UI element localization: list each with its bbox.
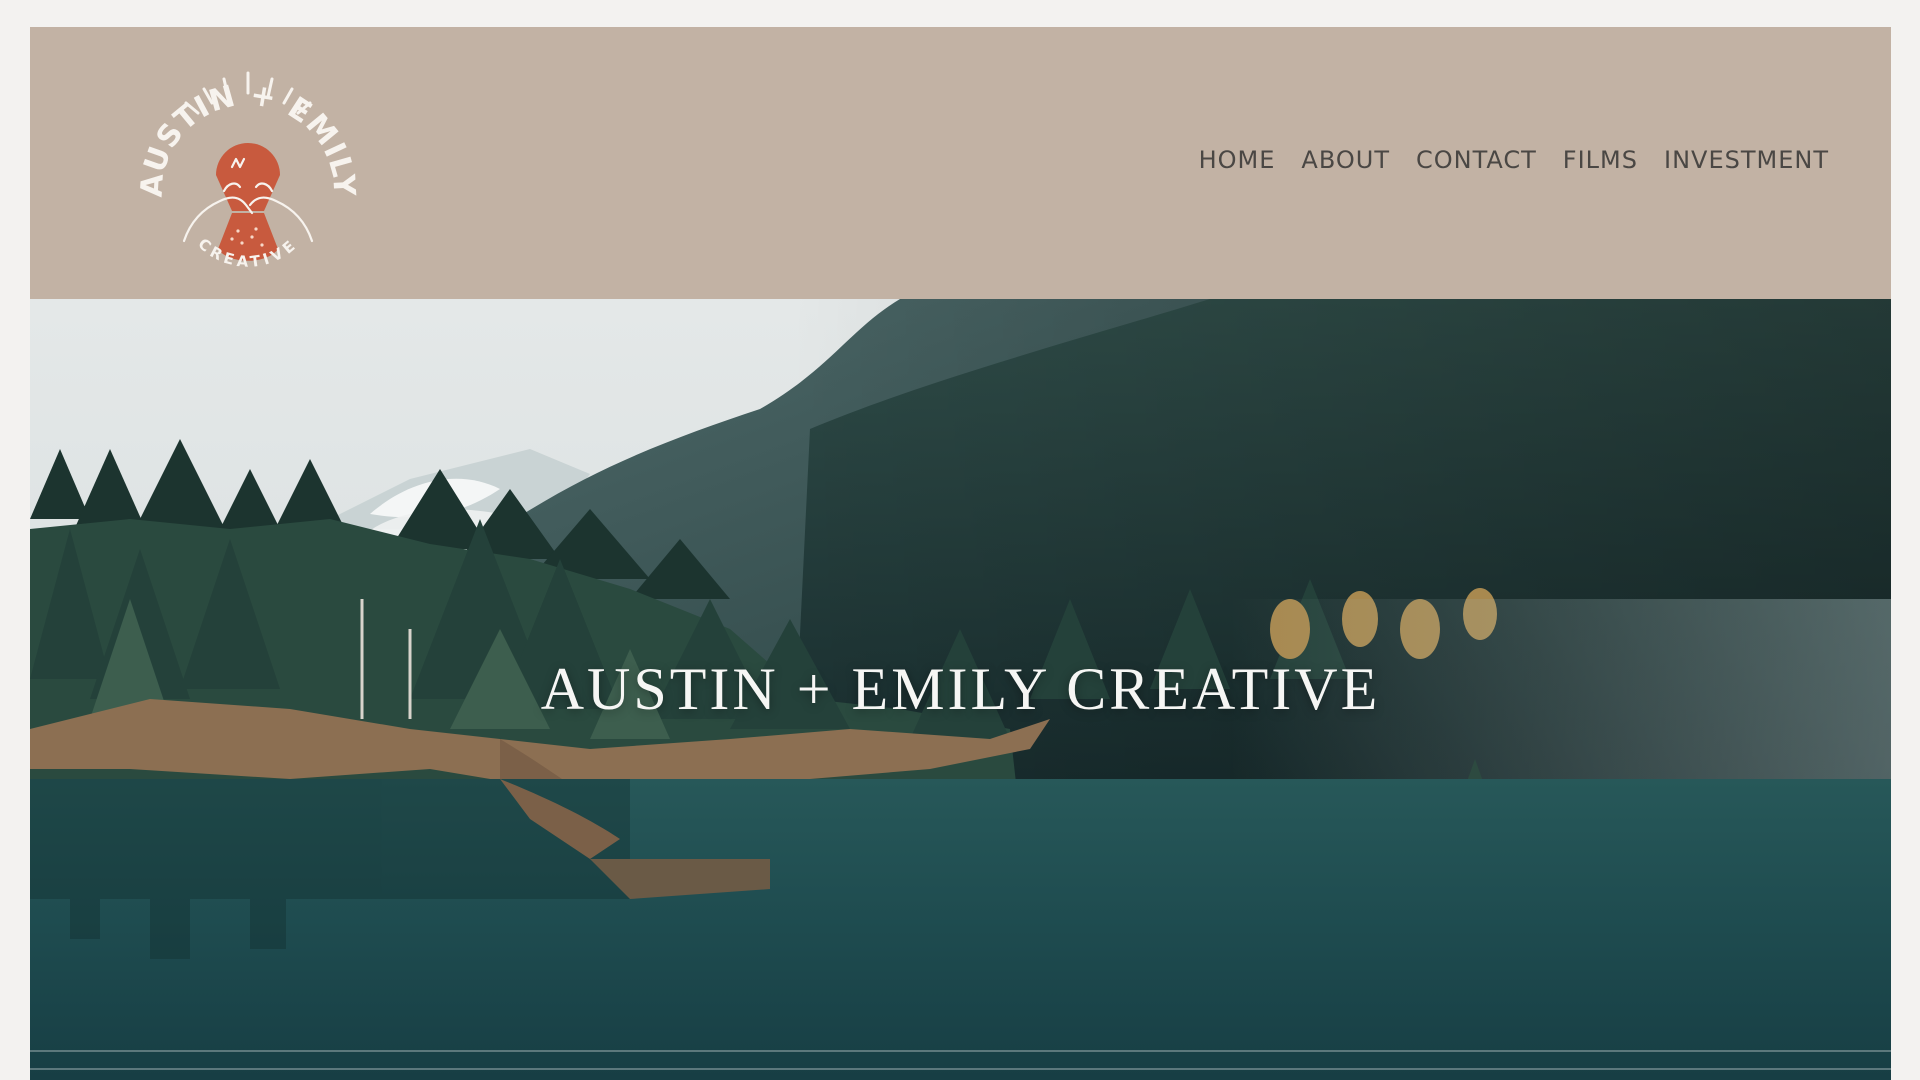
nav-link-investment[interactable]: INVESTMENT	[1664, 146, 1829, 174]
hero-title: AUSTIN + EMILY CREATIVE	[540, 656, 1381, 722]
nav-link-about[interactable]: ABOUT	[1301, 146, 1390, 174]
brand-logo[interactable]: AUSTIN + EMILY CREATIVE	[128, 63, 368, 303]
nav-link-contact[interactable]: CONTACT	[1416, 146, 1537, 174]
main-nav: HOME ABOUT CONTACT FILMS INVESTMENT	[1199, 146, 1829, 174]
brand-logo-icon: AUSTIN + EMILY CREATIVE	[135, 71, 360, 271]
nav-link-films[interactable]: FILMS	[1563, 146, 1638, 174]
hero-banner: AUSTIN + EMILY CREATIVE	[30, 299, 1891, 1080]
nav-link-home[interactable]: HOME	[1199, 146, 1276, 174]
site-header: AUSTIN + EMILY CREATIVE HOME ABOUT CONTA…	[30, 27, 1891, 299]
page-frame: AUSTIN + EMILY CREATIVE HOME ABOUT CONTA…	[30, 27, 1891, 1080]
